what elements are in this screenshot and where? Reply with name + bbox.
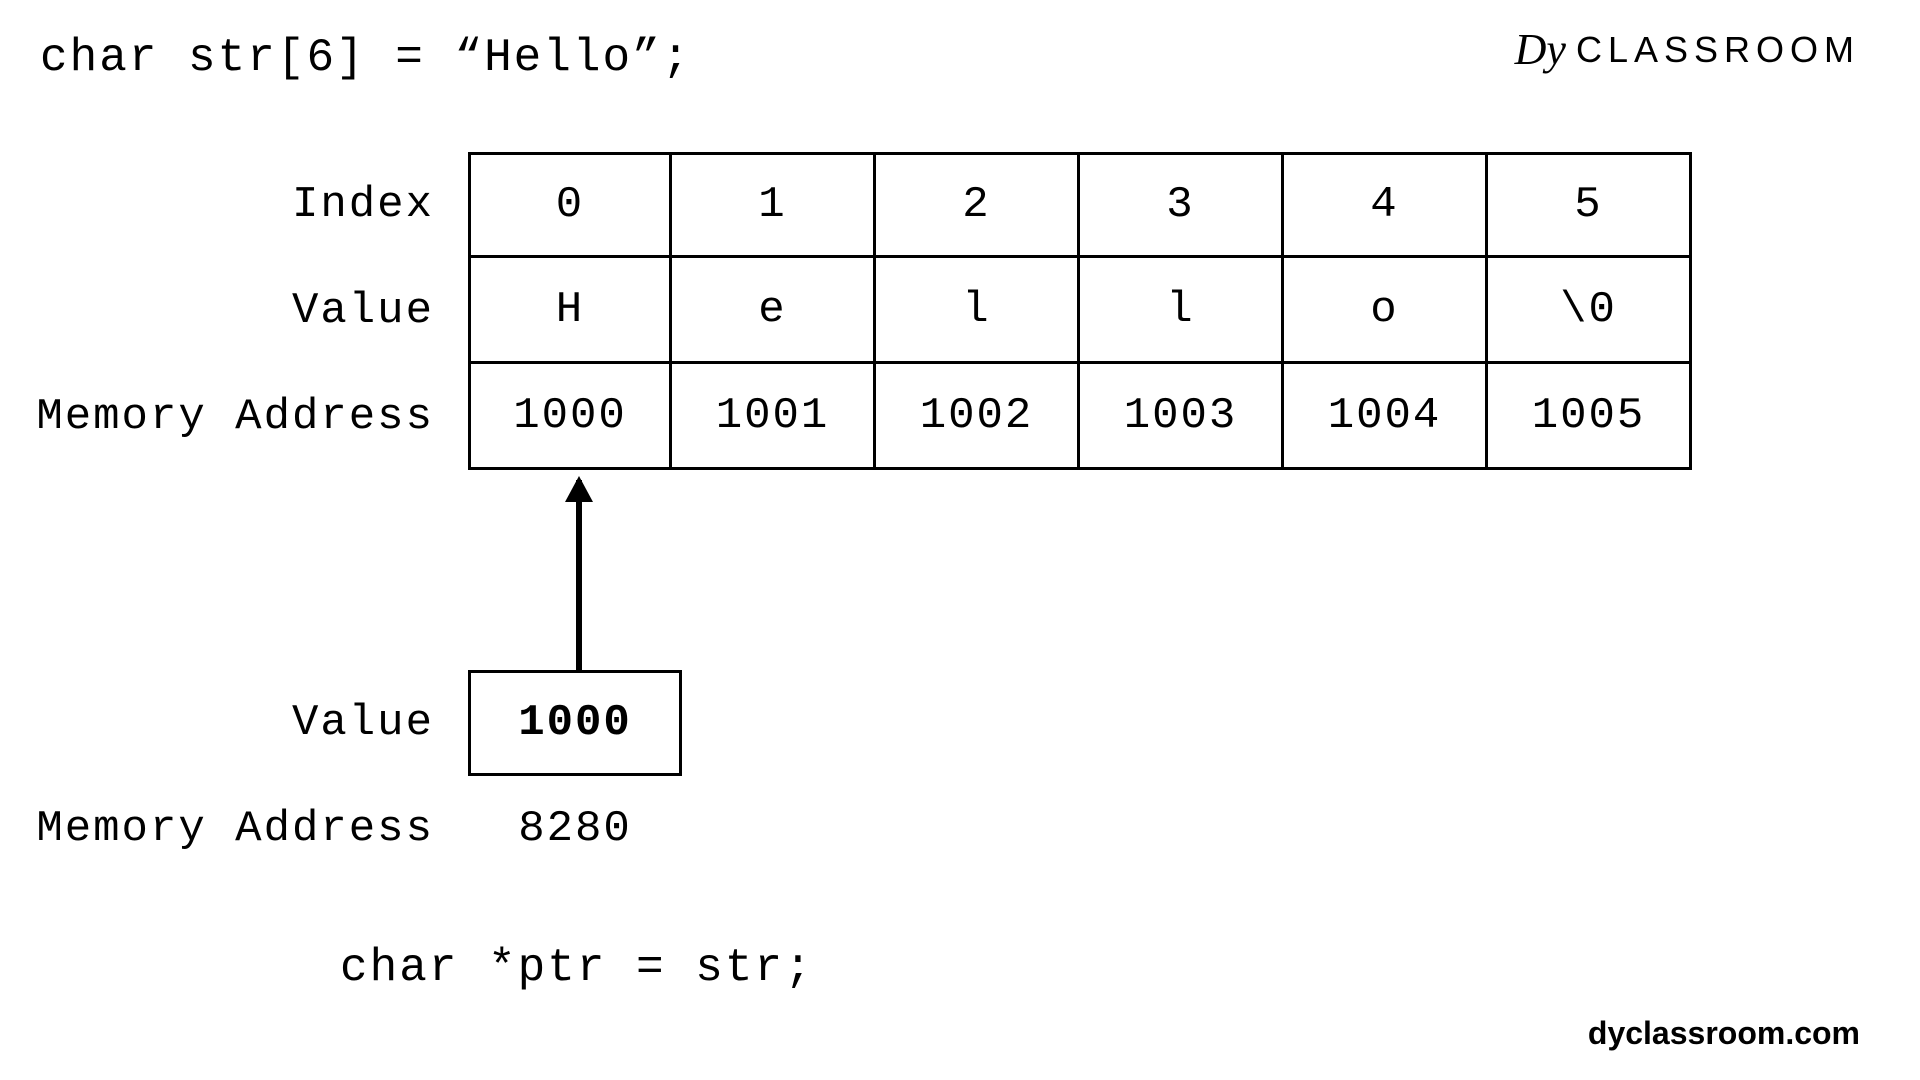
pointer-block: Value 1000 Memory Address 8280 bbox=[28, 670, 682, 882]
cell-value: H bbox=[468, 255, 672, 364]
cell-value: l bbox=[1077, 255, 1284, 364]
cell-index: 5 bbox=[1485, 152, 1692, 258]
brand: Dy CLASSROOM bbox=[1515, 28, 1860, 72]
cell-addr: 1002 bbox=[873, 361, 1080, 470]
arrow-line bbox=[576, 480, 582, 670]
brand-text: CLASSROOM bbox=[1576, 29, 1860, 71]
row-label-addr: Memory Address bbox=[28, 364, 468, 470]
cell-index: 1 bbox=[669, 152, 876, 258]
array-declaration: char str[6] = “Hello”; bbox=[40, 32, 691, 84]
brand-logo-icon: Dy bbox=[1515, 28, 1566, 72]
cell-index: 0 bbox=[468, 152, 672, 258]
cell-index: 3 bbox=[1077, 152, 1284, 258]
row-label-index: Index bbox=[28, 152, 468, 258]
cell-value: \0 bbox=[1485, 255, 1692, 364]
cell-addr: 1000 bbox=[468, 361, 672, 470]
cell-addr: 1003 bbox=[1077, 361, 1284, 470]
pointer-value-box: 1000 bbox=[468, 670, 682, 776]
pointer-addr-label: Memory Address bbox=[28, 776, 468, 882]
pointer-arrow bbox=[568, 480, 582, 670]
pointer-declaration: char *ptr = str; bbox=[340, 942, 814, 994]
pointer-addr-value: 8280 bbox=[468, 776, 682, 882]
cell-addr: 1004 bbox=[1281, 361, 1488, 470]
cell-value: l bbox=[873, 255, 1080, 364]
cell-index: 2 bbox=[873, 152, 1080, 258]
memory-table: Index 0 1 2 3 4 5 Value H e l l o \0 Mem… bbox=[28, 152, 1692, 470]
cell-index: 4 bbox=[1281, 152, 1488, 258]
pointer-value-label: Value bbox=[28, 670, 468, 776]
arrow-up-icon bbox=[565, 476, 593, 502]
diagram-stage: char str[6] = “Hello”; Dy CLASSROOM dycl… bbox=[0, 0, 1920, 1080]
cell-addr: 1001 bbox=[669, 361, 876, 470]
site-url: dyclassroom.com bbox=[1588, 1015, 1860, 1052]
cell-value: e bbox=[669, 255, 876, 364]
row-label-value: Value bbox=[28, 258, 468, 364]
cell-addr: 1005 bbox=[1485, 361, 1692, 470]
cell-value: o bbox=[1281, 255, 1488, 364]
